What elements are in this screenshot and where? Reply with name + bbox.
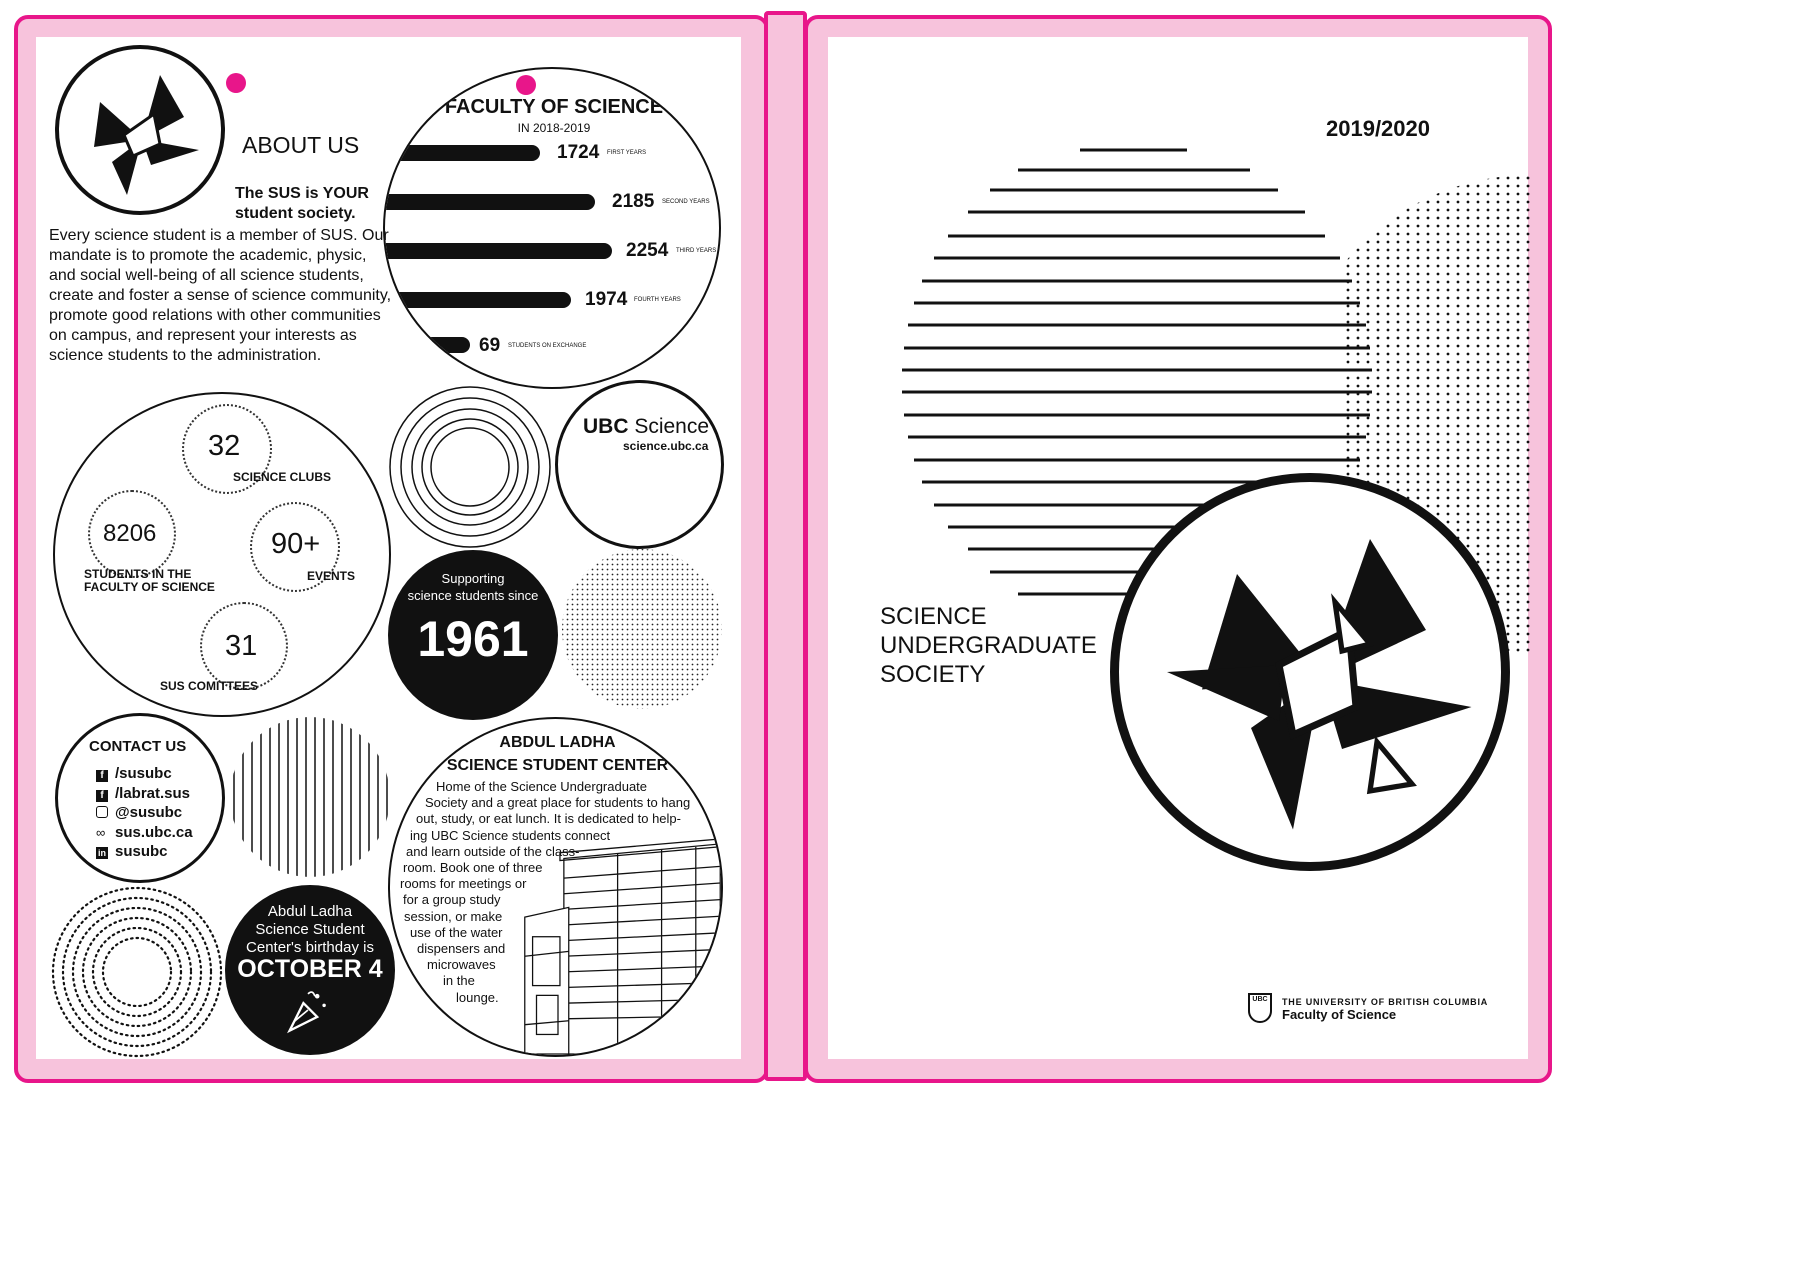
faculty-value: 1974 [585,289,628,310]
center-title1: ABDUL LADHA [499,734,616,751]
students-label: FACULTY OF SCIENCE [84,580,215,594]
birthday-line1: Abdul Ladha [267,903,353,920]
faculty-label: THIRD YEARS [676,248,717,254]
contact-list: f/susubc f/labrat.sus @susubc ∞ sus.ubc.c… [96,764,193,862]
about-body-line: promote good relations with other commun… [49,307,381,324]
contact-item[interactable]: @susubc [96,803,193,823]
events-label: EVENTS [307,569,356,583]
faculty-bar [385,194,595,210]
committees-label: SUS COMITTEES [160,679,259,693]
ubc-rest: Science [628,415,710,438]
linkedin-icon: in [96,847,108,859]
contact-item[interactable]: in susubc [96,842,193,862]
faculty-value: 1724 [557,142,600,163]
ubc-university: THE UNIVERSITY OF BRITISH COLUMBIA [1282,997,1489,1007]
center-title2: SCIENCE STUDENT CENTER [446,757,669,774]
ubc-mark: UBC [1252,996,1268,1003]
link-icon: ∞ [96,824,106,840]
about-body-line: Every science student is a member of SUS… [49,227,389,244]
students-label: STUDENTS IN THE [84,567,192,581]
faculty-bar [385,145,540,161]
supporting-line2: science students since [407,588,539,603]
ubc-science-name: UBC Science [583,415,709,439]
cover-title-line: SOCIETY [880,661,986,688]
faculty-label: SECOND YEARS [662,199,710,205]
faculty-bar [385,337,470,353]
dot-pattern-decoration [562,549,722,709]
contact-text: /susubc [115,765,172,782]
faculty-value: 2185 [612,191,655,212]
contact-text: susubc [115,843,168,860]
clubs-value: 32 [208,430,241,462]
faculty-value: 2254 [626,240,669,261]
party-popper-icon [287,991,326,1034]
faculty-bar [385,292,571,308]
faculty-value: 69 [479,335,501,356]
about-body-line: and social well-being of all science stu… [49,267,364,284]
about-body-line: mandate is to promote the academic, phys… [49,247,367,264]
dotted-rings-decoration [51,886,223,1058]
facebook-icon: f [96,770,108,782]
center-line: Society and a great place for students t… [425,795,691,811]
ubc-science-circle: UBC Science science.ubc.ca [555,380,724,549]
accent-dot [516,75,536,95]
about-body-line: create and foster a sense of science com… [49,287,392,304]
ubc-crest-icon: UBC [1248,993,1272,1023]
compass-star-logo-icon [94,75,199,195]
about-lead-line1: The SUS is YOUR [235,185,369,202]
birthday-circle: Abdul Ladha Science Student Center's bir… [225,885,395,1055]
sus-stats-circle: 32 SCIENCE CLUBS 8206 STUDENTS IN THE FA… [53,392,391,717]
cover-title: SCIENCE UNDERGRADUATE SOCIETY [880,602,1097,689]
committees-value: 31 [225,630,258,662]
sus-logo-circle [55,45,225,215]
ubc-faculty: Faculty of Science [1282,1007,1397,1022]
center-line: out, study, or eat lunch. It is dedicate… [416,811,681,827]
contact-text: /labrat.sus [115,784,191,802]
events-value: 90+ [271,528,321,560]
contact-item[interactable]: f/labrat.sus [96,784,193,804]
accent-dot [226,73,246,93]
supporting-line1: Supporting [441,571,505,586]
building-illustration [524,838,721,1055]
instagram-icon [96,806,108,818]
concentric-rings-decoration [389,386,551,548]
center-line: Home of the Science Undergraduate [436,779,648,794]
students-value: 8206 [103,520,157,547]
supporting-year: 1961 [417,611,529,667]
ubc-bold: UBC [583,415,629,438]
ubc-science-url[interactable]: science.ubc.ca [623,439,708,453]
cover-title-line: UNDERGRADUATE [880,632,1097,659]
cover-logo-circle [1110,473,1510,871]
cover-year: 2019/2020 [1326,116,1430,141]
faculty-label: STUDENTS ON EXCHANGE [508,343,587,349]
compass-star-logo-icon [1167,539,1472,830]
supporting-since-circle: Supporting science students since 1961 [388,550,558,720]
faculty-stats-circle: FACULTY OF SCIENCE IN 2018-2019 1724 FIR… [383,67,721,389]
contact-circle: CONTACT US f/susubc f/labrat.sus @susubc… [55,713,225,883]
faculty-label: FIRST YEARS [607,150,647,156]
birthday-line2: Science Student [255,921,365,938]
contact-text: @susubc [115,804,183,821]
about-body-line: science students to the administration. [49,347,322,364]
faculty-title: FACULTY OF SCIENCE [444,96,664,118]
faculty-subtitle: IN 2018-2019 [517,121,591,135]
about-lead-line2: student society. [235,205,356,222]
contact-text: sus.ubc.ca [115,823,193,841]
birthday-line3: Center's birthday is [246,939,374,956]
faculty-bar [385,243,612,259]
clubs-label: SCIENCE CLUBS [233,470,332,484]
vertical-stripes-decoration [233,717,388,877]
contact-item[interactable]: f/susubc [96,764,193,784]
about-body: Every science student is a member of SUS… [49,226,391,366]
facebook-icon: f [96,789,108,802]
about-body-line: on campus, and represent your interests … [49,327,357,344]
faculty-label: FOURTH YEARS [634,297,681,303]
contact-title: CONTACT US [89,738,187,755]
student-center-circle: ABDUL LADHA SCIENCE STUDENT CENTER Home … [388,717,723,1057]
cover-title-line: SCIENCE [880,603,987,630]
birthday-date: OCTOBER 4 [237,955,383,983]
contact-item[interactable]: ∞ sus.ubc.ca [96,823,193,843]
about-heading: ABOUT US [242,132,360,158]
spine-frame [764,11,807,1081]
